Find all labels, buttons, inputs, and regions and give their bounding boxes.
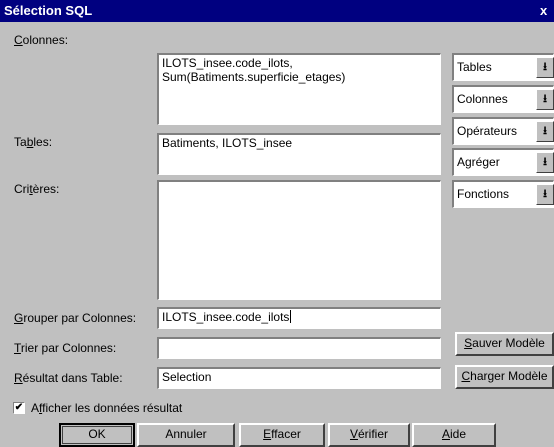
colonnes-label: Colonnes: [14,33,69,47]
fonctions-combo[interactable]: Fonctions ⭳ [452,180,554,208]
afficher-resultat-label: Afficher les données résultat [31,401,183,415]
resultat-input[interactable]: Selection [157,367,441,389]
ok-button[interactable]: OK [59,423,135,447]
dropdown-arrow-icon[interactable]: ⭳ [536,121,554,142]
charger-modele-button[interactable]: Charger Modèle [455,365,554,389]
dropdown-arrow-icon[interactable]: ⭳ [536,184,554,205]
verifier-button[interactable]: Vérifier [328,423,410,447]
tables-label: Tables: [14,135,53,149]
effacer-button[interactable]: Effacer [239,423,325,447]
afficher-resultat-checkbox[interactable]: ✔ [13,402,25,414]
close-icon[interactable]: x [540,3,547,18]
annuler-button[interactable]: Annuler [137,423,235,447]
resultat-label: Résultat dans Table: [14,371,123,385]
dropdown-arrow-icon[interactable]: ⭳ [536,89,554,110]
grouper-input-value: ILOTS_insee.code_ilots [162,310,290,324]
tables-textarea[interactable]: Batiments, ILOTS_insee [157,133,441,175]
window-title: Sélection SQL [4,3,93,18]
criteres-textarea[interactable] [157,180,441,300]
text-caret [290,310,292,323]
operateurs-combo[interactable]: Opérateurs ⭳ [452,117,554,145]
tables-combo[interactable]: Tables ⭳ [452,53,554,81]
colonnes-combo[interactable]: Colonnes ⭳ [452,85,554,113]
criteres-label: Critères: [14,182,60,196]
dropdown-arrow-icon[interactable]: ⭳ [536,152,554,173]
title-bar: Sélection SQL x [0,0,554,22]
trier-input[interactable] [157,337,441,359]
sauver-modele-button[interactable]: Sauver Modèle [455,332,554,356]
agreger-combo[interactable]: Agréger ⭳ [452,148,554,176]
colonnes-textarea[interactable]: ILOTS_insee.code_ilots, Sum(Batiments.su… [157,53,441,125]
grouper-input[interactable]: ILOTS_insee.code_ilots [157,307,441,329]
grouper-label: Grouper par Colonnes: [14,311,137,325]
aide-button[interactable]: Aide [412,423,496,447]
dropdown-arrow-icon[interactable]: ⭳ [536,57,554,78]
trier-label: Trier par Colonnes: [14,341,117,355]
